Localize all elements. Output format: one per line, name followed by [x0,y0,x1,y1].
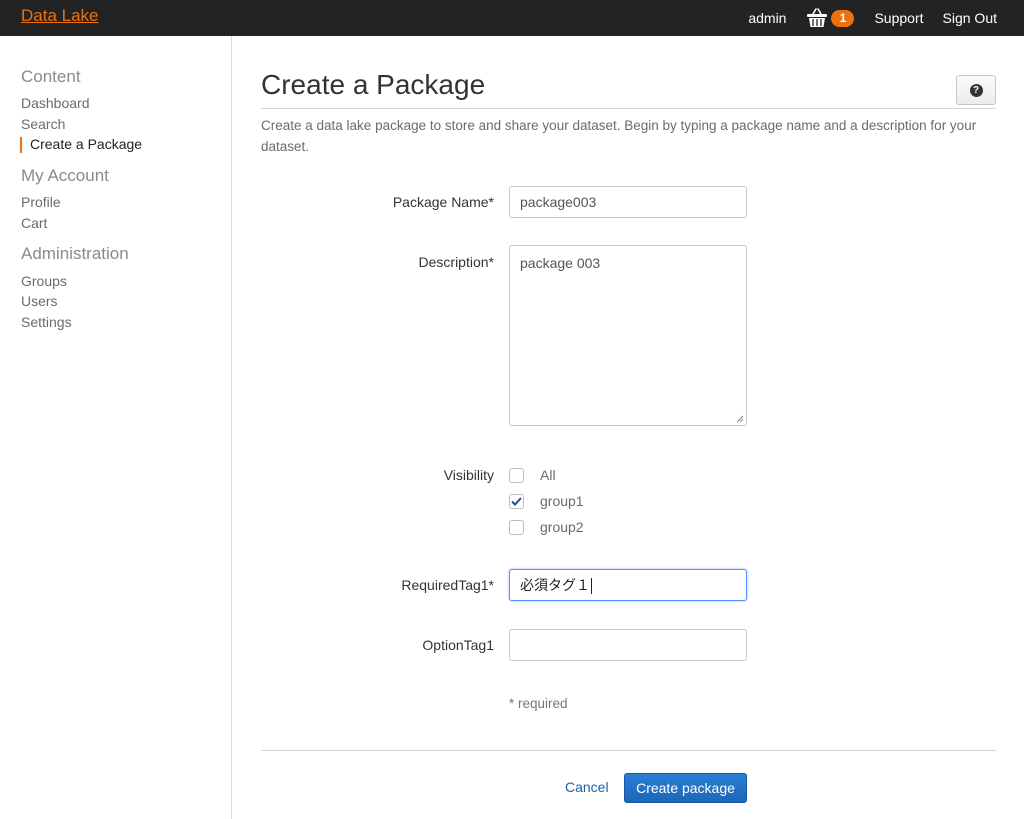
sidebar-item-dashboard[interactable]: Dashboard [21,95,90,111]
required-tag-label: RequiredTag1* [401,577,494,593]
sidebar-section-administration: Administration [21,244,129,263]
footer-divider [261,750,996,751]
visibility-label: Visibility [443,467,494,483]
sidebar-section-content: Content [21,67,81,86]
required-tag-input[interactable]: 必須タグ１ [509,569,747,601]
title-divider [261,108,996,109]
description-label: Description* [418,254,494,270]
package-name-label: Package Name* [392,194,494,210]
sidebar-item-profile[interactable]: Profile [21,194,61,210]
sidebar-item-groups[interactable]: Groups [21,273,67,289]
page-title: Create a Package [261,69,486,100]
visibility-option-label: group1 [540,493,584,509]
required-tag-value: 必須タグ１ [520,577,590,593]
help-button[interactable]: ? [956,75,996,105]
brand-link[interactable]: Data Lake [21,6,99,26]
cart-button[interactable]: 1 [806,8,855,28]
sign-out-link[interactable]: Sign Out [943,10,997,26]
checkbox-group2[interactable] [509,519,524,535]
checkmark-icon [511,496,522,506]
resize-grip-icon[interactable] [736,415,744,423]
page-intro: Create a data lake package to store and … [261,118,977,154]
visibility-option-group2[interactable]: group2 [509,518,584,536]
required-note: * required [509,696,568,711]
sidebar-item-users[interactable]: Users [21,293,58,309]
sidebar-item-search[interactable]: Search [21,116,65,132]
top-nav: admin 1 Support Sign Out [748,0,997,36]
checkbox-group1[interactable] [509,493,524,509]
option-tag-input[interactable] [509,629,747,661]
sidebar-item-create-package[interactable]: Create a Package [30,136,142,152]
visibility-option-all[interactable]: All [509,466,556,484]
basket-icon [806,8,828,28]
active-indicator [20,137,22,153]
description-text: package 003 [520,255,601,271]
visibility-option-label: All [540,467,556,483]
visibility-option-group1[interactable]: group1 [509,492,584,510]
create-package-button[interactable]: Create package [624,773,747,803]
support-link[interactable]: Support [874,10,923,26]
visibility-option-label: group2 [540,519,584,535]
sidebar: Content Dashboard Search Create a Packag… [0,36,232,819]
package-name-input[interactable]: package003 [509,186,747,218]
cancel-button[interactable]: Cancel [565,779,609,795]
sidebar-item-cart[interactable]: Cart [21,215,47,231]
description-textarea[interactable]: package 003 [509,245,747,426]
sidebar-section-my-account: My Account [21,166,109,185]
question-circle-icon: ? [969,83,983,97]
user-menu[interactable]: admin [748,10,786,26]
text-caret [591,578,592,595]
option-tag-label: OptionTag1 [422,637,494,653]
checkbox-all[interactable] [509,467,524,483]
cart-count-badge: 1 [831,9,855,27]
top-navbar: Data Lake admin 1 Support Sign Out [0,0,1024,36]
sidebar-item-settings[interactable]: Settings [21,314,72,330]
